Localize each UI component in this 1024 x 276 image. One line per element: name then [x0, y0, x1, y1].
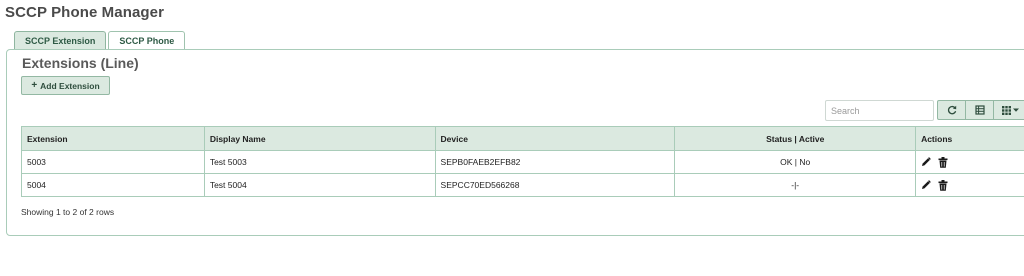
- search-input[interactable]: [825, 100, 934, 121]
- delete-icon[interactable]: [938, 179, 948, 191]
- column-header-actions: Actions: [915, 126, 1024, 151]
- cell-device: SEPB0FAEB2EFB82: [434, 150, 676, 174]
- table-header-row: Extension Display Name Device Status | A…: [21, 126, 1024, 151]
- cell-status: OK | No: [674, 150, 917, 174]
- caret-down-icon: [1012, 108, 1019, 112]
- extensions-table: Extension Display Name Device Status | A…: [21, 126, 1024, 197]
- cell-actions: [915, 173, 1024, 197]
- toggle-view-button[interactable]: [965, 100, 994, 120]
- cell-device: SEPCC70ED566268: [434, 173, 676, 197]
- page-title: SCCP Phone Manager: [5, 4, 165, 21]
- refresh-button[interactable]: [937, 100, 966, 120]
- table-row: 5003 Test 5003 SEPB0FAEB2EFB82 OK | No: [21, 150, 1024, 174]
- column-header-status[interactable]: Status | Active: [674, 126, 917, 151]
- list-view-icon: [974, 105, 985, 115]
- cell-status: -|-: [674, 173, 917, 197]
- tab-bar: SCCP Extension SCCP Phone: [14, 31, 187, 50]
- cell-display-name: Test 5003: [203, 150, 436, 174]
- section-title: Extensions (Line): [22, 55, 139, 71]
- pagination-info: Showing 1 to 2 of 2 rows: [21, 207, 115, 217]
- table-toolbar: [937, 100, 1024, 120]
- column-header-display-name[interactable]: Display Name: [203, 126, 436, 151]
- columns-button[interactable]: [993, 100, 1024, 120]
- table-row: 5004 Test 5004 SEPCC70ED566268 -|-: [21, 173, 1024, 197]
- cell-actions: [915, 150, 1024, 174]
- add-extension-button[interactable]: + Add Extension: [21, 76, 110, 95]
- cell-display-name: Test 5004: [203, 173, 436, 197]
- cell-extension: 5004: [21, 173, 205, 197]
- column-header-extension[interactable]: Extension: [21, 126, 205, 151]
- edit-icon[interactable]: [921, 180, 931, 190]
- delete-icon[interactable]: [938, 156, 948, 168]
- tab-sccp-phone[interactable]: SCCP Phone: [108, 31, 186, 50]
- add-extension-label: Add Extension: [40, 80, 100, 91]
- refresh-icon: [947, 105, 956, 115]
- column-header-device[interactable]: Device: [434, 126, 676, 151]
- edit-icon[interactable]: [921, 157, 931, 167]
- tab-sccp-extension[interactable]: SCCP Extension: [14, 31, 107, 50]
- plus-icon: +: [31, 79, 38, 91]
- cell-extension: 5003: [21, 150, 205, 174]
- columns-grid-icon: [1001, 105, 1011, 115]
